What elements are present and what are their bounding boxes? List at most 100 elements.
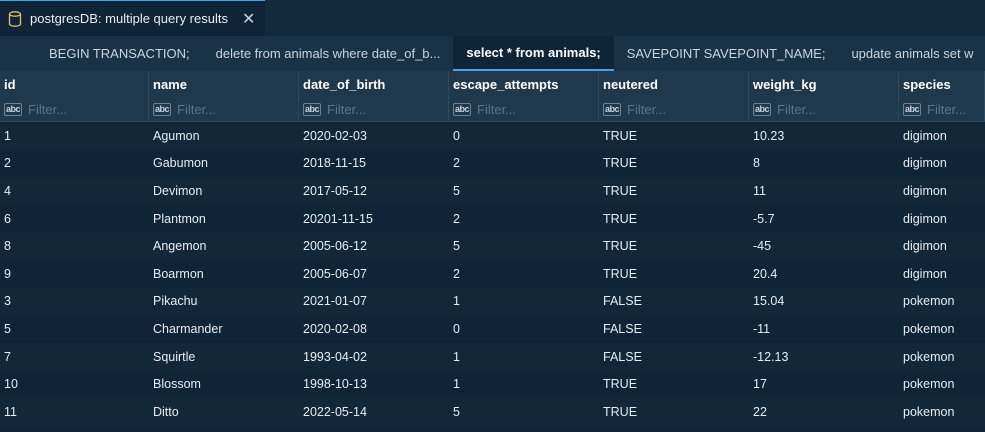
table-cell[interactable]: 11	[0, 405, 149, 419]
table-cell[interactable]: digimon	[899, 156, 985, 170]
table-cell[interactable]: 2	[449, 156, 599, 170]
query-tab[interactable]: delete from animals where date_of_b...	[203, 36, 454, 71]
table-cell[interactable]: Boarmon	[149, 267, 299, 281]
table-row[interactable]: 3 Pikachu 2021-01-07 1 FALSE 15.04 pokemon	[0, 287, 985, 316]
table-cell[interactable]: 2	[449, 267, 599, 281]
table-row[interactable]: 4 Devimon 2017-05-12 5 TRUE 11 digimon	[0, 177, 985, 205]
table-cell[interactable]: TRUE	[599, 156, 749, 170]
table-cell[interactable]: 6	[0, 212, 149, 226]
table-row[interactable]: 10 Blossom 1998-10-13 1 TRUE 17 pokemon	[0, 370, 985, 398]
table-cell[interactable]: TRUE	[599, 377, 749, 391]
table-cell[interactable]: TRUE	[599, 405, 749, 419]
table-cell[interactable]: 1	[449, 350, 599, 364]
table-cell[interactable]: 5	[449, 405, 599, 419]
table-cell[interactable]: pokemon	[899, 350, 985, 364]
column-header[interactable]: id	[0, 71, 149, 97]
column-header[interactable]: date_of_birth	[299, 71, 449, 97]
table-cell[interactable]: Squirtle	[149, 350, 299, 364]
table-cell[interactable]: pokemon	[899, 322, 985, 336]
query-tab-active[interactable]: select * from animals;	[453, 36, 614, 71]
table-cell[interactable]: 2022-05-14	[299, 405, 449, 419]
table-cell[interactable]: -11	[749, 322, 899, 336]
table-cell[interactable]: 3	[0, 294, 149, 308]
table-row[interactable]: 8 Angemon 2005-06-12 5 TRUE -45 digimon	[0, 232, 985, 260]
table-cell[interactable]: 5	[449, 239, 599, 253]
table-cell[interactable]: Ditto	[149, 405, 299, 419]
table-cell[interactable]: -5.7	[749, 212, 899, 226]
table-cell[interactable]: 5	[0, 322, 149, 336]
column-header[interactable]: species	[899, 71, 985, 97]
table-cell[interactable]: 10.23	[749, 129, 899, 143]
table-cell[interactable]: TRUE	[599, 212, 749, 226]
table-cell[interactable]: 1993-04-02	[299, 350, 449, 364]
table-cell[interactable]: Angemon	[149, 239, 299, 253]
table-cell[interactable]: 2020-02-03	[299, 129, 449, 143]
table-row[interactable]: 9 Boarmon 2005-06-07 2 TRUE 20.4 digimon	[0, 259, 985, 288]
table-cell[interactable]: Gabumon	[149, 156, 299, 170]
table-cell[interactable]: 1	[449, 377, 599, 391]
table-row[interactable]: 6 Plantmon 20201-11-15 2 TRUE -5.7 digimon	[0, 204, 985, 233]
table-cell[interactable]: pokemon	[899, 377, 985, 391]
table-cell[interactable]: Charmander	[149, 322, 299, 336]
table-cell[interactable]: 2018-11-15	[299, 156, 449, 170]
column-header[interactable]: weight_kg	[749, 71, 899, 97]
table-cell[interactable]: 11	[749, 184, 899, 198]
table-cell[interactable]: Agumon	[149, 129, 299, 143]
query-tab[interactable]: update animals set w	[838, 36, 985, 71]
query-tab[interactable]: BEGIN TRANSACTION;	[36, 36, 203, 71]
table-cell[interactable]: FALSE	[599, 294, 749, 308]
table-cell[interactable]: 4	[0, 184, 149, 198]
table-cell[interactable]: -45	[749, 239, 899, 253]
table-cell[interactable]: 22	[749, 405, 899, 419]
filter-input[interactable]	[327, 101, 428, 117]
table-cell[interactable]: 10	[0, 377, 149, 391]
filter-input[interactable]	[177, 101, 278, 117]
query-tab[interactable]: SAVEPOINT SAVEPOINT_NAME;	[614, 36, 839, 71]
table-row[interactable]: 5 Charmander 2020-02-08 0 FALSE -11 pokemon	[0, 315, 985, 343]
table-cell[interactable]: Devimon	[149, 184, 299, 198]
table-cell[interactable]: Plantmon	[149, 212, 299, 226]
table-cell[interactable]: FALSE	[599, 350, 749, 364]
close-icon[interactable]: ✕	[242, 9, 255, 29]
filter-input[interactable]	[477, 101, 578, 117]
table-cell[interactable]: digimon	[899, 239, 985, 253]
table-cell[interactable]: 2005-06-12	[299, 239, 449, 253]
filter-input[interactable]	[28, 101, 129, 117]
table-row[interactable]: 11 Ditto 2022-05-14 5 TRUE 22 pokemon	[0, 397, 985, 426]
table-cell[interactable]: 17	[749, 377, 899, 391]
table-cell[interactable]: 5	[449, 184, 599, 198]
column-header[interactable]: neutered	[599, 71, 749, 97]
table-cell[interactable]: Pikachu	[149, 294, 299, 308]
table-row[interactable]: 1 Agumon 2020-02-03 0 TRUE 10.23 digimon	[0, 122, 985, 150]
table-cell[interactable]: 1	[0, 129, 149, 143]
editor-tab[interactable]: postgresDB: multiple query results ✕	[0, 0, 266, 36]
table-cell[interactable]: 2	[449, 212, 599, 226]
table-cell[interactable]: pokemon	[899, 294, 985, 308]
table-cell[interactable]: 15.04	[749, 294, 899, 308]
table-cell[interactable]: FALSE	[599, 322, 749, 336]
table-cell[interactable]: Blossom	[149, 377, 299, 391]
column-header[interactable]: name	[149, 71, 299, 97]
table-cell[interactable]: digimon	[899, 212, 985, 226]
table-cell[interactable]: 8	[0, 239, 149, 253]
table-cell[interactable]: digimon	[899, 129, 985, 143]
table-cell[interactable]: 1998-10-13	[299, 377, 449, 391]
table-cell[interactable]: 0	[449, 129, 599, 143]
table-cell[interactable]: TRUE	[599, 239, 749, 253]
table-cell[interactable]: digimon	[899, 267, 985, 281]
table-cell[interactable]: 2020-02-08	[299, 322, 449, 336]
table-cell[interactable]: 1	[449, 294, 599, 308]
table-cell[interactable]: 8	[749, 156, 899, 170]
table-cell[interactable]: 20.4	[749, 267, 899, 281]
table-cell[interactable]: pokemon	[899, 405, 985, 419]
table-cell[interactable]: 7	[0, 350, 149, 364]
table-cell[interactable]: 2005-06-07	[299, 267, 449, 281]
table-row[interactable]: 7 Squirtle 1993-04-02 1 FALSE -12.13 pokemon	[0, 342, 985, 371]
table-cell[interactable]: digimon	[899, 184, 985, 198]
table-cell[interactable]: 2021-01-07	[299, 294, 449, 308]
table-cell[interactable]: 2017-05-12	[299, 184, 449, 198]
table-cell[interactable]: TRUE	[599, 129, 749, 143]
table-cell[interactable]: 0	[449, 322, 599, 336]
filter-input[interactable]	[777, 101, 878, 117]
table-cell[interactable]: 9	[0, 267, 149, 281]
